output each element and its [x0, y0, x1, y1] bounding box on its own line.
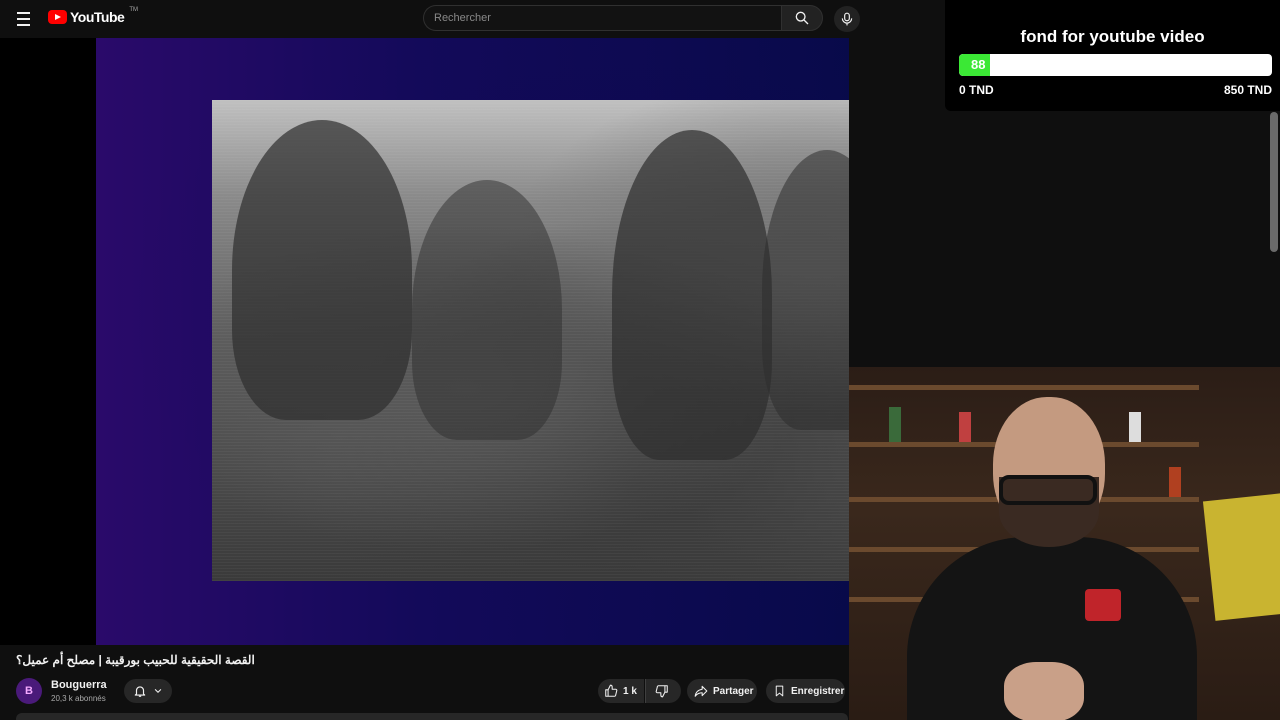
thumbs-up-icon [605, 684, 618, 697]
person-hand [1004, 662, 1084, 720]
channel-avatar[interactable]: B [16, 678, 42, 704]
search-icon [795, 11, 809, 25]
channel-name[interactable]: Bouguerra [51, 679, 107, 691]
figurine [959, 412, 971, 442]
share-button[interactable]: Partager [687, 679, 757, 703]
subscriber-count: 20,3 k abonnés [51, 694, 106, 703]
menu-icon[interactable] [12, 7, 36, 31]
video-player[interactable] [0, 38, 849, 645]
like-button[interactable]: 1 k [598, 679, 644, 703]
shelf [849, 385, 1199, 390]
search-button[interactable] [781, 5, 823, 31]
video-title: القصة الحقيقية للحبيب بورقيبة | مصلح أم … [16, 653, 255, 667]
bookmark-icon [775, 685, 784, 697]
logo-text: YouTube [70, 9, 125, 25]
wall-art [1202, 493, 1280, 621]
microphone-icon [841, 12, 853, 26]
soldier-figure [762, 150, 849, 430]
like-count: 1 k [623, 685, 637, 697]
donation-progress-bar: 88 [959, 54, 1272, 76]
page-scrollbar[interactable] [1270, 112, 1278, 252]
donation-goal-widget: fond for youtube video 88 0 TND 850 TND [945, 0, 1280, 111]
figurine [1129, 412, 1141, 442]
notifications-button[interactable] [124, 679, 172, 703]
description-box[interactable] [16, 713, 848, 720]
share-label: Partager [713, 685, 754, 697]
donation-max-label: 850 TND [1223, 83, 1272, 97]
soldier-figure [412, 180, 562, 440]
webcam-overlay [849, 367, 1280, 720]
save-label: Enregistrer [791, 685, 845, 697]
logo-trademark: TM [129, 7, 138, 13]
figurine [1169, 467, 1181, 497]
donation-min-label: 0 TND [959, 83, 994, 97]
soldier-figure [612, 130, 772, 460]
archival-footage [212, 100, 849, 581]
youtube-logo[interactable]: YouTube TM [48, 7, 138, 25]
dislike-button[interactable] [645, 679, 681, 703]
glasses [999, 475, 1097, 505]
bell-icon [134, 686, 146, 697]
voice-search-button[interactable] [834, 6, 860, 32]
figurine [889, 407, 901, 442]
share-icon [694, 685, 708, 697]
donation-progress-value: 88 [971, 57, 986, 72]
search-input[interactable] [423, 5, 781, 31]
donation-goal-title: fond for youtube video [1020, 27, 1205, 46]
hoodie-logo [1085, 589, 1121, 621]
thumbs-down-icon [655, 685, 668, 698]
soldier-figure [232, 120, 412, 420]
save-button[interactable]: Enregistrer [766, 679, 845, 703]
youtube-play-icon [48, 10, 67, 24]
chevron-down-icon [154, 688, 162, 693]
